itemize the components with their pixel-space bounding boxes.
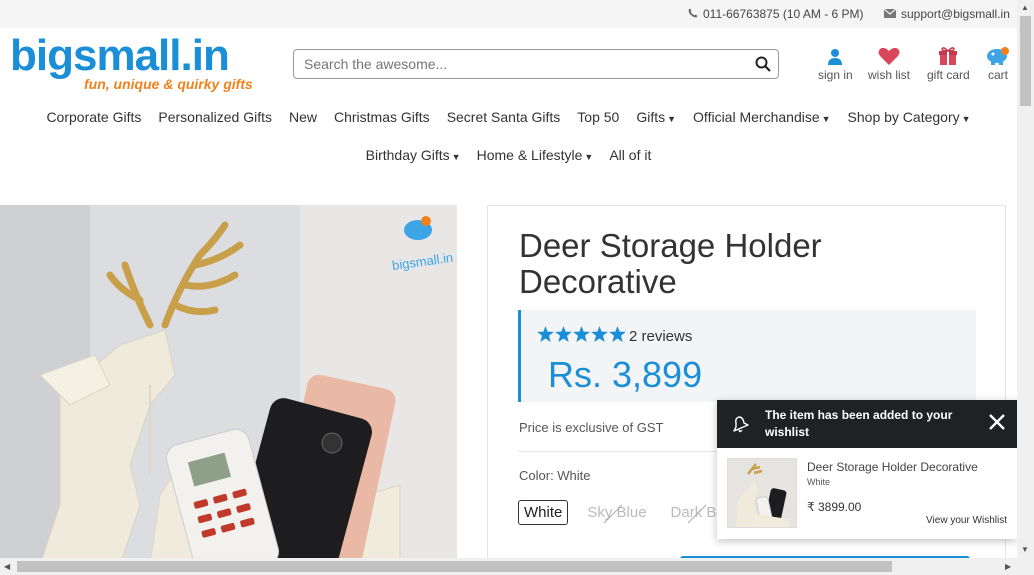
vertical-scrollbar[interactable]: ▲ ▼	[1017, 0, 1034, 558]
caret-down-icon: ▼	[821, 114, 831, 124]
cart-icon	[985, 44, 1011, 66]
nav-christmas-gifts[interactable]: Christmas Gifts	[334, 109, 430, 125]
sign-in-label: sign in	[818, 68, 853, 82]
scroll-right-icon[interactable]: ▶	[1005, 562, 1011, 571]
phone-icon	[688, 7, 698, 21]
gift-card-link[interactable]: gift card	[927, 44, 970, 82]
envelope-icon	[883, 7, 897, 21]
unavailable-strike-icon	[603, 504, 623, 524]
caret-down-icon: ▼	[451, 152, 461, 162]
star-icon	[555, 326, 572, 347]
site-logo[interactable]: bigsmall.in fun, unique & quirky gifts	[10, 31, 253, 94]
rating[interactable]: 2 reviews	[537, 326, 692, 347]
unavailable-strike-icon	[687, 504, 706, 524]
price-box: 2 reviews Rs. 3,899	[518, 310, 976, 402]
product-title: Deer Storage Holder Decorative	[519, 227, 822, 300]
toast-item-color: White	[807, 477, 831, 487]
gift-icon	[927, 44, 970, 66]
color-variants: White Sky Blue Dark Blue	[518, 500, 726, 525]
top-bar: 011-66763875 (10 AM - 6 PM) support@bigs…	[0, 0, 1017, 28]
product-image[interactable]: bigsmall.in	[0, 205, 457, 565]
cart-link[interactable]: cart	[985, 44, 1011, 82]
nav-personalized-gifts[interactable]: Personalized Gifts	[158, 109, 272, 125]
close-icon[interactable]	[987, 412, 1007, 437]
nav-gifts-label: Gifts	[636, 109, 666, 125]
toast-item-price: ₹ 3899.00	[807, 500, 862, 514]
secondary-nav: Birthday Gifts ▼ Home & Lifestyle ▼ All of…	[0, 147, 1017, 163]
search-bar	[293, 49, 779, 79]
star-icon	[591, 326, 608, 347]
deer-holder-illustration: bigsmall.in	[0, 205, 457, 565]
nav-all-of-it[interactable]: All of it	[609, 147, 651, 163]
horizontal-scrollbar[interactable]: ◀ ▶	[0, 558, 1034, 575]
vertical-scroll-thumb[interactable]	[1020, 16, 1031, 106]
caret-down-icon: ▼	[584, 152, 594, 162]
variant-sky-blue[interactable]: Sky Blue	[582, 501, 651, 524]
phone-info[interactable]: 011-66763875 (10 AM - 6 PM)	[688, 7, 864, 21]
wishlist-toast: The item has been added to your wishlist…	[717, 400, 1017, 539]
color-label: Color: White	[519, 468, 591, 483]
user-icon	[818, 44, 853, 66]
toast-item-name: Deer Storage Holder Decorative	[807, 460, 978, 474]
logo-tagline: fun, unique & quirky gifts	[84, 76, 253, 92]
nav-official-merchandise-dropdown[interactable]: Official Merchandise ▼	[693, 109, 831, 125]
email-text: support@bigsmall.in	[901, 7, 1010, 21]
nav-home-lifestyle-dropdown[interactable]: Home & Lifestyle ▼	[477, 147, 594, 163]
reviews-count[interactable]: 2 reviews	[629, 328, 692, 345]
nav-new[interactable]: New	[289, 109, 317, 125]
scroll-left-icon[interactable]: ◀	[4, 562, 10, 571]
bell-icon	[717, 413, 765, 435]
nav-corporate-gifts[interactable]: Corporate Gifts	[46, 109, 141, 125]
star-icon	[609, 326, 626, 347]
horizontal-scroll-thumb[interactable]	[17, 561, 892, 572]
toast-message: The item has been added to your wishlist	[765, 408, 953, 439]
star-icon	[537, 326, 554, 347]
search-icon[interactable]	[748, 56, 778, 72]
nav-shop-by-category-label: Shop by Category	[847, 109, 960, 125]
toast-product-thumbnail[interactable]	[727, 458, 797, 528]
nav-secret-santa-gifts[interactable]: Secret Santa Gifts	[447, 109, 561, 125]
caret-down-icon: ▼	[961, 114, 971, 124]
nav-birthday-gifts-label: Birthday Gifts	[365, 147, 450, 163]
heart-icon	[868, 44, 910, 66]
wishlist-label: wish list	[868, 68, 911, 82]
nav-top-50[interactable]: Top 50	[577, 109, 619, 125]
nav-home-lifestyle-label: Home & Lifestyle	[476, 147, 583, 163]
view-wishlist-link[interactable]: View your Wishlist	[926, 515, 1007, 526]
main-nav: Corporate Gifts Personalized Gifts New C…	[0, 109, 1017, 125]
logo-wordmark: bigsmall.in	[10, 31, 230, 80]
caret-down-icon: ▼	[667, 114, 677, 124]
product-price: Rs. 3,899	[548, 354, 703, 395]
nav-gifts-dropdown[interactable]: Gifts ▼	[636, 109, 676, 125]
email-info[interactable]: support@bigsmall.in	[883, 7, 1010, 21]
sign-in-link[interactable]: sign in	[818, 44, 853, 82]
gst-note: Price is exclusive of GST	[519, 420, 664, 435]
search-input[interactable]	[304, 51, 748, 77]
variant-white[interactable]: White	[518, 500, 569, 525]
star-icon	[573, 326, 590, 347]
nav-shop-by-category-dropdown[interactable]: Shop by Category ▼	[848, 109, 971, 125]
scroll-down-icon[interactable]: ▼	[1021, 545, 1029, 554]
nav-birthday-gifts-dropdown[interactable]: Birthday Gifts ▼	[366, 147, 461, 163]
phone-text: 011-66763875 (10 AM - 6 PM)	[703, 7, 864, 21]
cart-label: cart	[987, 68, 1008, 82]
gift-card-label: gift card	[927, 68, 970, 82]
scroll-up-icon[interactable]: ▲	[1021, 3, 1029, 12]
toast-header: The item has been added to your wishlist	[717, 400, 1017, 448]
nav-official-merchandise-label: Official Merchandise	[693, 109, 820, 125]
wishlist-link[interactable]: wish list	[868, 44, 910, 82]
